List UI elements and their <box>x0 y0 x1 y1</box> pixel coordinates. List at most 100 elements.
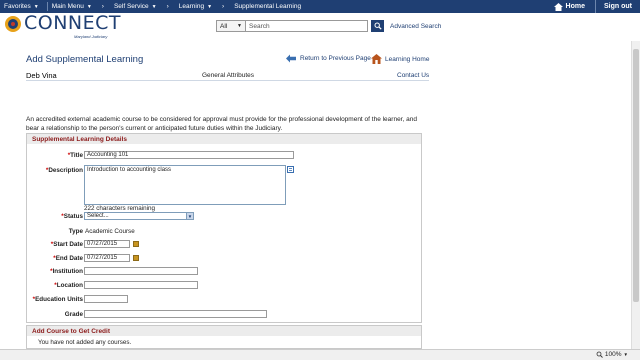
grade-label-text: Grade <box>64 311 83 318</box>
nav-supplemental-label: Supplemental Learning <box>234 3 302 10</box>
person-name: Deb Vina <box>26 71 57 80</box>
nav-learning-label: Learning <box>178 3 205 10</box>
section-header: Add Course to Get Credit <box>27 326 421 336</box>
education-units-label: *Education Units <box>33 296 83 303</box>
type-label-text: Type <box>68 228 83 235</box>
contact-us-link[interactable]: Contact Us <box>397 72 429 79</box>
nav-favorites-label: Favorites <box>4 3 31 10</box>
browser-status-bar: 100% ▼ <box>0 349 640 360</box>
zoom-level: 100% <box>604 351 622 358</box>
learning-home-label: Learning Home <box>385 55 430 63</box>
caret-down-icon: ▼ <box>207 3 213 10</box>
home-icon <box>553 2 563 11</box>
end-date-label-text: End Date <box>55 255 83 262</box>
status-label-text: Status <box>63 213 83 220</box>
search-button[interactable] <box>371 20 384 32</box>
learning-home-icon <box>371 54 382 64</box>
institution-label: *Institution <box>50 268 83 275</box>
grade-label: Grade <box>65 311 83 318</box>
search-area: All ▼ Search Advanced Search <box>216 20 441 32</box>
caret-down-icon: ▼ <box>33 3 39 10</box>
start-date-value: 07/27/2015 <box>87 241 118 247</box>
calendar-icon[interactable] <box>133 241 139 247</box>
nav-supplemental-learning[interactable]: Supplemental Learning <box>230 3 309 10</box>
sign-out-link[interactable]: Sign out <box>595 0 640 13</box>
end-date-value: 07/27/2015 <box>87 255 118 261</box>
nav-favorites[interactable]: Favorites ▼ <box>0 3 47 10</box>
scrollbar-thumb[interactable] <box>633 49 639 302</box>
home-label: Home <box>565 3 585 10</box>
nav-main-menu-label: Main Menu <box>51 3 84 10</box>
judiciary-seal-icon <box>5 15 21 32</box>
sign-out-label: Sign out <box>604 3 632 10</box>
expand-text-icon[interactable] <box>287 166 294 173</box>
return-link-label: Return to Previous Page <box>300 55 371 62</box>
end-date-field[interactable]: 07/27/2015 <box>84 254 130 262</box>
title-label: *Title <box>68 152 83 159</box>
return-to-previous-link[interactable]: Return to Previous Page <box>286 54 371 63</box>
intro-text: An accredited external academic course t… <box>26 116 417 132</box>
end-date-label: *End Date <box>53 255 83 262</box>
header-divider <box>26 80 429 81</box>
advanced-search-link[interactable]: Advanced Search <box>390 23 441 30</box>
title-field[interactable]: Accounting 101 <box>84 151 294 159</box>
nav-self-service[interactable]: Self Service ▼ <box>110 3 165 10</box>
connect-logo: CONNECT <box>4 14 121 33</box>
home-link[interactable]: Home <box>544 2 595 11</box>
start-date-label: *Start Date <box>51 241 83 248</box>
search-placeholder: Search <box>249 22 270 30</box>
start-date-field[interactable]: 07/27/2015 <box>84 240 130 248</box>
nav-main-menu[interactable]: Main Menu ▼ <box>48 3 100 10</box>
education-units-field[interactable] <box>84 295 128 303</box>
grade-field[interactable] <box>84 310 267 318</box>
institution-field[interactable] <box>84 267 198 275</box>
description-value: Introduction to accounting class <box>87 167 172 173</box>
vertical-scrollbar[interactable] <box>631 41 640 349</box>
chars-remaining: 222 characters remaining <box>84 205 156 212</box>
nav-breadcrumb-sep: › <box>222 3 225 10</box>
search-icon <box>374 22 382 30</box>
title-label-text: Title <box>70 152 83 159</box>
no-courses-text: You have not added any courses. <box>38 339 132 346</box>
page-title: Add Supplemental Learning <box>26 54 144 65</box>
description-textarea[interactable]: Introduction to accounting class <box>84 165 286 205</box>
magnifier-icon <box>596 351 603 358</box>
status-value: Select... <box>87 213 109 219</box>
location-field[interactable] <box>84 281 198 289</box>
caret-down-icon: ▼ <box>151 3 157 10</box>
location-label: *Location <box>54 282 83 289</box>
type-value: Academic Course <box>85 228 135 235</box>
type-label: Type <box>69 228 83 235</box>
calendar-icon[interactable] <box>133 255 139 261</box>
description-label-text: Description <box>48 167 83 174</box>
institution-label-text: Institution <box>52 268 83 275</box>
chevron-down-icon: ▼ <box>237 23 242 29</box>
caret-down-icon: ▼ <box>86 3 92 10</box>
nav-breadcrumb-sep: › <box>101 3 104 10</box>
start-date-label-text: Start Date <box>53 241 83 248</box>
zoom-control[interactable]: 100% ▼ <box>596 351 628 358</box>
status-label: *Status <box>61 213 83 220</box>
search-scope-value: All <box>220 22 228 30</box>
search-scope-select[interactable]: All ▼ <box>216 20 246 32</box>
dropdown-arrow-icon: ▼ <box>186 213 193 219</box>
return-arrow-icon <box>286 54 296 63</box>
chevron-down-icon: ▼ <box>623 352 628 357</box>
description-label: *Description <box>46 167 83 174</box>
page-header: CONNECT Maryland Judiciary All ▼ Search … <box>0 13 640 41</box>
nav-right-group: Home Sign out <box>544 0 640 13</box>
education-units-label-text: Education Units <box>35 296 83 303</box>
logo-subtitle: Maryland Judiciary <box>74 34 108 39</box>
nav-learning[interactable]: Learning ▼ <box>175 3 220 10</box>
location-label-text: Location <box>56 282 83 289</box>
general-attributes-label: General Attributes <box>202 72 255 79</box>
nav-self-service-label: Self Service <box>113 3 149 10</box>
section-header: Supplemental Learning Details <box>27 134 421 144</box>
search-input[interactable]: Search <box>246 20 368 32</box>
logo-text: CONNECT <box>24 12 122 34</box>
status-select[interactable]: Select... ▼ <box>84 212 194 220</box>
title-value: Accounting 101 <box>87 152 129 158</box>
add-course-section: Add Course to Get Credit You have not ad… <box>26 325 422 349</box>
learning-home-link[interactable]: Learning Home <box>371 54 429 64</box>
nav-breadcrumb-sep: › <box>166 3 169 10</box>
